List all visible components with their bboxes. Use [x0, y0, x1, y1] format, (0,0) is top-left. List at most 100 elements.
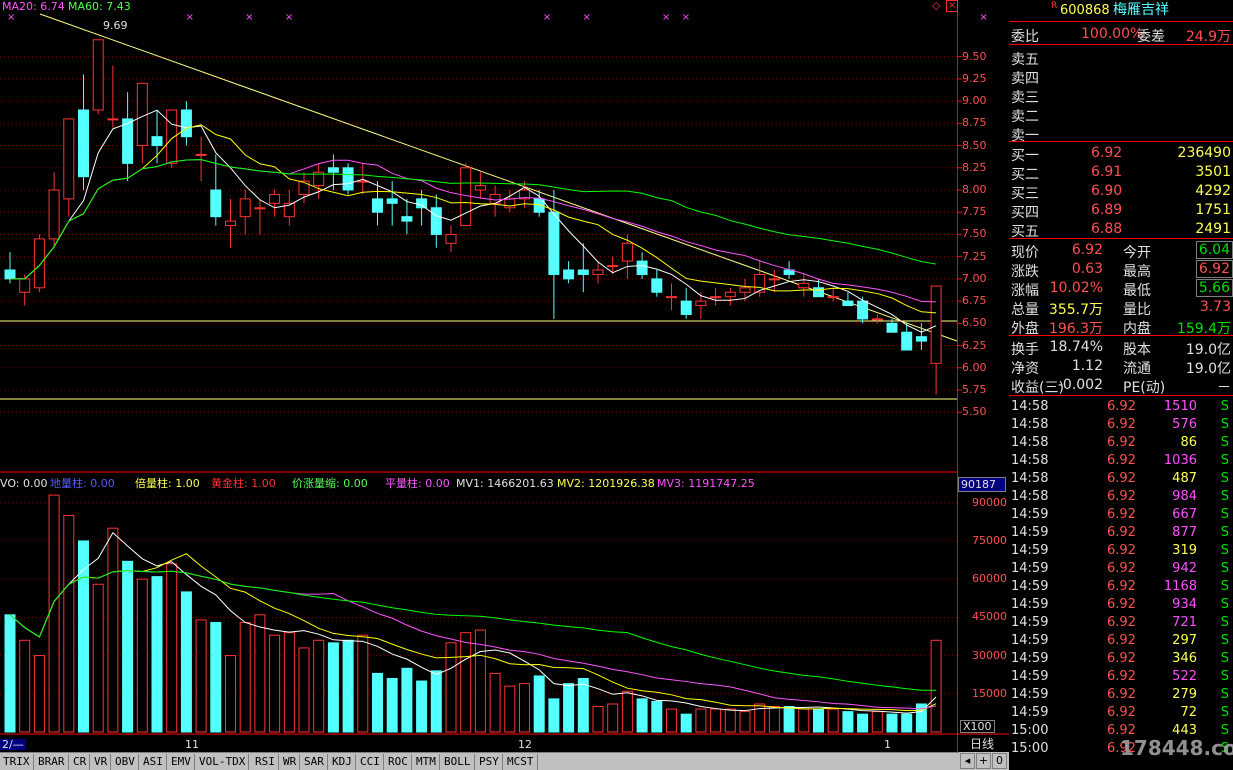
scroll-left-icon[interactable]: ◂ [960, 753, 975, 769]
divider [1009, 335, 1233, 336]
tick-side: S [1220, 453, 1229, 468]
stat-row: 外盘 196.3万 内盘 159.4万 [1009, 316, 1233, 337]
candle-body [327, 167, 339, 173]
tick-row: 14:59 6.92 934 S [1009, 595, 1233, 613]
close-icon[interactable]: × [946, 0, 959, 12]
price-tick: 8.50 [962, 138, 987, 152]
mv-line-5 [9, 532, 937, 714]
volume-bar [607, 703, 619, 733]
tick-side: S [1220, 597, 1229, 612]
date-label-dec: 12 [518, 738, 532, 751]
tick-row: 14:59 6.92 877 S [1009, 523, 1233, 541]
tab-mtm[interactable]: MTM [413, 754, 440, 770]
tab-vol-tdx[interactable]: VOL-TDX [196, 754, 250, 770]
tick-row: 14:58 6.92 984 S [1009, 487, 1233, 505]
volume-bar [357, 634, 369, 733]
tab-kdj[interactable]: KDJ [329, 754, 356, 770]
tick-time: 14:59 [1011, 633, 1049, 648]
tab-brar[interactable]: BRAR [35, 754, 69, 770]
high-price-label: 9.69 [103, 19, 128, 32]
tab-roc[interactable]: ROC [385, 754, 412, 770]
volume-bar [739, 711, 751, 733]
tab-trix[interactable]: TRIX [0, 754, 34, 770]
tick-time: 14:58 [1011, 489, 1049, 504]
candle-body [857, 300, 869, 320]
volume-bar [180, 591, 192, 733]
tick-row: 14:59 6.92 721 S [1009, 613, 1233, 631]
tab-rsi[interactable]: RSI [252, 754, 279, 770]
stat-row: 涨跌 0.63 最高 6.92 [1009, 259, 1233, 280]
bid-row: 买三 6.90 4292 [1009, 181, 1233, 202]
tick-vol: 297 [1172, 633, 1197, 648]
jz-legend: 价涨量缩: 0.00 [292, 477, 368, 490]
stat-value: 18.74% [1049, 339, 1103, 355]
volume-bar [63, 514, 75, 733]
tick-side: S [1220, 471, 1229, 486]
tab-mcst[interactable]: MCST [504, 754, 538, 770]
candle-body [33, 238, 45, 289]
pl-legend: 平量柱: 0.00 [385, 477, 450, 490]
stat-row: 总量 355.7万 量比 3.73 [1009, 297, 1233, 318]
r-mark: R [1051, 1, 1058, 11]
tab-boll[interactable]: BOLL [441, 754, 475, 770]
tab-vr[interactable]: VR [91, 754, 112, 770]
bid-price: 6.91 [1091, 164, 1123, 180]
tab-emv[interactable]: EMV [168, 754, 195, 770]
tick-side: S [1220, 525, 1229, 540]
tick-row: 14:59 6.92 942 S [1009, 559, 1233, 577]
candle-body [842, 300, 854, 307]
tick-price: 6.92 [1107, 525, 1136, 540]
tick-row: 14:59 6.92 72 S [1009, 703, 1233, 721]
tab-cr[interactable]: CR [70, 754, 91, 770]
stat-row: 换手 18.74% 股本 19.0亿 [1009, 337, 1233, 358]
plus-icon[interactable]: + [976, 753, 991, 769]
volume-bar [136, 578, 148, 733]
tick-price: 6.92 [1107, 615, 1136, 630]
candle-body [78, 109, 89, 178]
tick-vol: 279 [1172, 687, 1197, 702]
tick-time: 14:59 [1011, 669, 1049, 684]
candle-body [710, 296, 722, 299]
stat-value: 3.73 [1199, 299, 1231, 315]
tick-time: 15:00 [1011, 741, 1049, 756]
tick-price: 6.92 [1107, 597, 1136, 612]
divider [1009, 141, 1233, 142]
volume-bar [724, 708, 736, 733]
volume-bar [430, 670, 442, 733]
price-tick: 7.50 [962, 227, 987, 241]
candle-body [548, 211, 560, 275]
volume-tick: 15000 [972, 686, 1007, 700]
candle-body [460, 167, 472, 227]
kline-chart[interactable]: × × × × × × × × × × [0, 0, 1009, 752]
tick-price: 6.92 [1107, 669, 1136, 684]
stat-label: PE(动) [1123, 380, 1166, 396]
tick-time: 14:59 [1011, 579, 1049, 594]
tick-time: 14:59 [1011, 687, 1049, 702]
zero-icon[interactable]: 0 [992, 753, 1007, 769]
period-label[interactable]: 日线 [970, 738, 994, 750]
tab-sar[interactable]: SAR [301, 754, 328, 770]
tick-vol: 877 [1172, 525, 1197, 540]
candle-body [768, 278, 780, 281]
mv1-legend: MV1: 1466201.63 [456, 477, 554, 490]
tab-wr[interactable]: WR [280, 754, 301, 770]
tick-row: 14:59 6.92 297 S [1009, 631, 1233, 649]
bid-price: 6.88 [1091, 221, 1123, 237]
candle-body [915, 336, 927, 342]
ma20-legend: MA20: 6.74 [2, 0, 65, 13]
tick-side: S [1220, 705, 1229, 720]
diamond-icon[interactable]: ◇ [932, 0, 940, 11]
tick-side: S [1220, 651, 1229, 666]
tick-vol: 72 [1180, 705, 1197, 720]
bid-price: 6.90 [1091, 183, 1123, 199]
tab-obv[interactable]: OBV [112, 754, 139, 770]
volume-bar [710, 708, 722, 733]
tab-asi[interactable]: ASI [140, 754, 167, 770]
tab-psy[interactable]: PSY [476, 754, 503, 770]
tab-cci[interactable]: CCI [357, 754, 384, 770]
volume-bar [901, 713, 913, 733]
bid-vol: 3501 [1195, 164, 1231, 180]
tick-row: 14:59 6.92 279 S [1009, 685, 1233, 703]
candle-body [151, 136, 163, 147]
ask-row: 卖二 [1009, 104, 1233, 125]
